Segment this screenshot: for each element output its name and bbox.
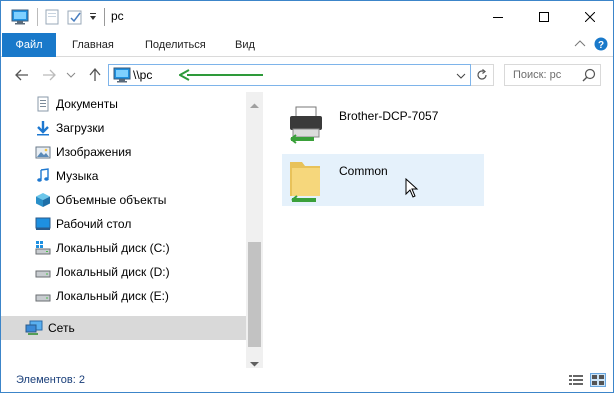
drive-icon	[35, 264, 51, 280]
downloads-icon	[35, 120, 51, 136]
address-bar[interactable]: \\pc	[108, 64, 471, 86]
explorer-window: pc Файл Главная Поделиться Вид ? \\pc По…	[0, 0, 614, 393]
back-arrow-icon	[15, 69, 28, 81]
content-pane: Brother-DCP-7057 Common	[264, 92, 613, 368]
svg-text:?: ?	[598, 40, 604, 51]
sidebar-item-network[interactable]: Сеть	[1, 316, 246, 340]
window-title: pc	[111, 9, 124, 23]
sidebar-item-label: Загрузки	[56, 121, 105, 135]
sidebar-item-label: Документы	[56, 97, 118, 111]
tab-file[interactable]: Файл	[2, 33, 56, 57]
tab-home[interactable]: Главная	[64, 33, 122, 57]
forward-arrow-icon	[43, 69, 56, 81]
sidebar-item-3d-objects[interactable]: Объемные объекты	[1, 188, 246, 212]
music-icon	[35, 168, 51, 184]
details-view-icon[interactable]	[569, 374, 583, 389]
new-folder-icon[interactable]	[67, 9, 83, 28]
nav-scrollbar[interactable]	[246, 92, 263, 368]
sidebar-item-label: Музыка	[56, 169, 99, 183]
desktop-icon	[35, 216, 51, 232]
maximize-icon	[539, 12, 549, 22]
sidebar-item-drive-e[interactable]: Локальный диск (E:)	[1, 284, 246, 308]
help-icon[interactable]: ?	[594, 37, 608, 54]
search-input[interactable]: Поиск: pc	[513, 69, 561, 81]
list-item[interactable]: Common	[282, 154, 484, 206]
expand-ribbon-icon[interactable]	[574, 38, 586, 52]
sidebar-item-label: Изображения	[56, 145, 132, 159]
sidebar-item-label: Сеть	[48, 321, 75, 335]
drive-icon	[35, 288, 51, 304]
scroll-up-icon[interactable]	[250, 98, 259, 112]
computer-icon[interactable]	[11, 9, 29, 28]
refresh-icon	[477, 69, 487, 80]
tab-share[interactable]: Поделиться	[137, 33, 214, 57]
mouse-cursor-icon	[405, 177, 419, 201]
properties-icon[interactable]	[45, 9, 59, 28]
network-icon	[25, 320, 43, 336]
up-arrow-icon	[89, 68, 101, 81]
sidebar-item-drive-c[interactable]: Локальный диск (C:)	[1, 236, 246, 260]
sidebar-item-downloads[interactable]: Загрузки	[1, 116, 246, 140]
sidebar-item-label: Локальный диск (D:)	[56, 265, 170, 279]
pictures-icon	[35, 144, 51, 160]
tab-view[interactable]: Вид	[227, 33, 263, 57]
forward-button[interactable]	[39, 65, 59, 85]
minimize-icon	[493, 17, 503, 18]
item-count: Элементов: 2	[16, 374, 85, 386]
sidebar-item-label: Объемные объекты	[56, 193, 167, 207]
maximize-button[interactable]	[521, 1, 567, 33]
sidebar-item-documents[interactable]: Документы	[1, 92, 246, 116]
address-path[interactable]: \\pc	[133, 68, 152, 82]
close-icon	[585, 12, 595, 22]
list-item[interactable]: Brother-DCP-7057	[280, 100, 484, 150]
sidebar-item-label: Локальный диск (C:)	[56, 241, 170, 255]
annotation-arrow-icon	[177, 69, 265, 84]
toolbar-separator	[37, 8, 38, 26]
sidebar-item-label: Локальный диск (E:)	[56, 289, 169, 303]
back-button[interactable]	[12, 65, 32, 85]
large-icons-view-icon[interactable]	[590, 373, 606, 387]
navigation-pane: Документы Загрузки Изображения Музыка Об…	[1, 92, 263, 368]
recent-locations-button[interactable]	[61, 65, 81, 85]
title-bar: pc	[1, 1, 613, 33]
sidebar-item-pictures[interactable]: Изображения	[1, 140, 246, 164]
customize-toolbar-icon[interactable]	[88, 11, 98, 25]
sidebar-item-label: Рабочий стол	[56, 217, 132, 231]
chevron-down-icon	[66, 72, 76, 78]
drive-icon	[35, 240, 51, 256]
documents-icon	[35, 96, 51, 112]
sidebar-item-desktop[interactable]: Рабочий стол	[1, 212, 246, 236]
computer-icon	[113, 67, 131, 86]
search-box[interactable]: Поиск: pc	[504, 64, 601, 86]
sidebar-item-music[interactable]: Музыка	[1, 164, 246, 188]
close-button[interactable]	[567, 1, 613, 33]
scrollbar-thumb[interactable]	[248, 242, 261, 347]
title-separator	[104, 8, 105, 26]
search-icon[interactable]	[582, 68, 596, 85]
3d-objects-icon	[35, 192, 51, 208]
refresh-button[interactable]	[471, 64, 494, 86]
item-label: Common	[339, 164, 388, 178]
address-dropdown-icon[interactable]	[456, 70, 466, 84]
shared-folder-icon	[286, 156, 326, 205]
status-bar: Элементов: 2	[1, 368, 613, 392]
item-label: Brother-DCP-7057	[339, 109, 439, 123]
shared-printer-icon	[286, 105, 330, 148]
up-button[interactable]	[85, 65, 105, 85]
minimize-button[interactable]	[475, 1, 521, 33]
sidebar-item-drive-d[interactable]: Локальный диск (D:)	[1, 260, 246, 284]
ribbon: Файл Главная Поделиться Вид ?	[1, 33, 613, 57]
